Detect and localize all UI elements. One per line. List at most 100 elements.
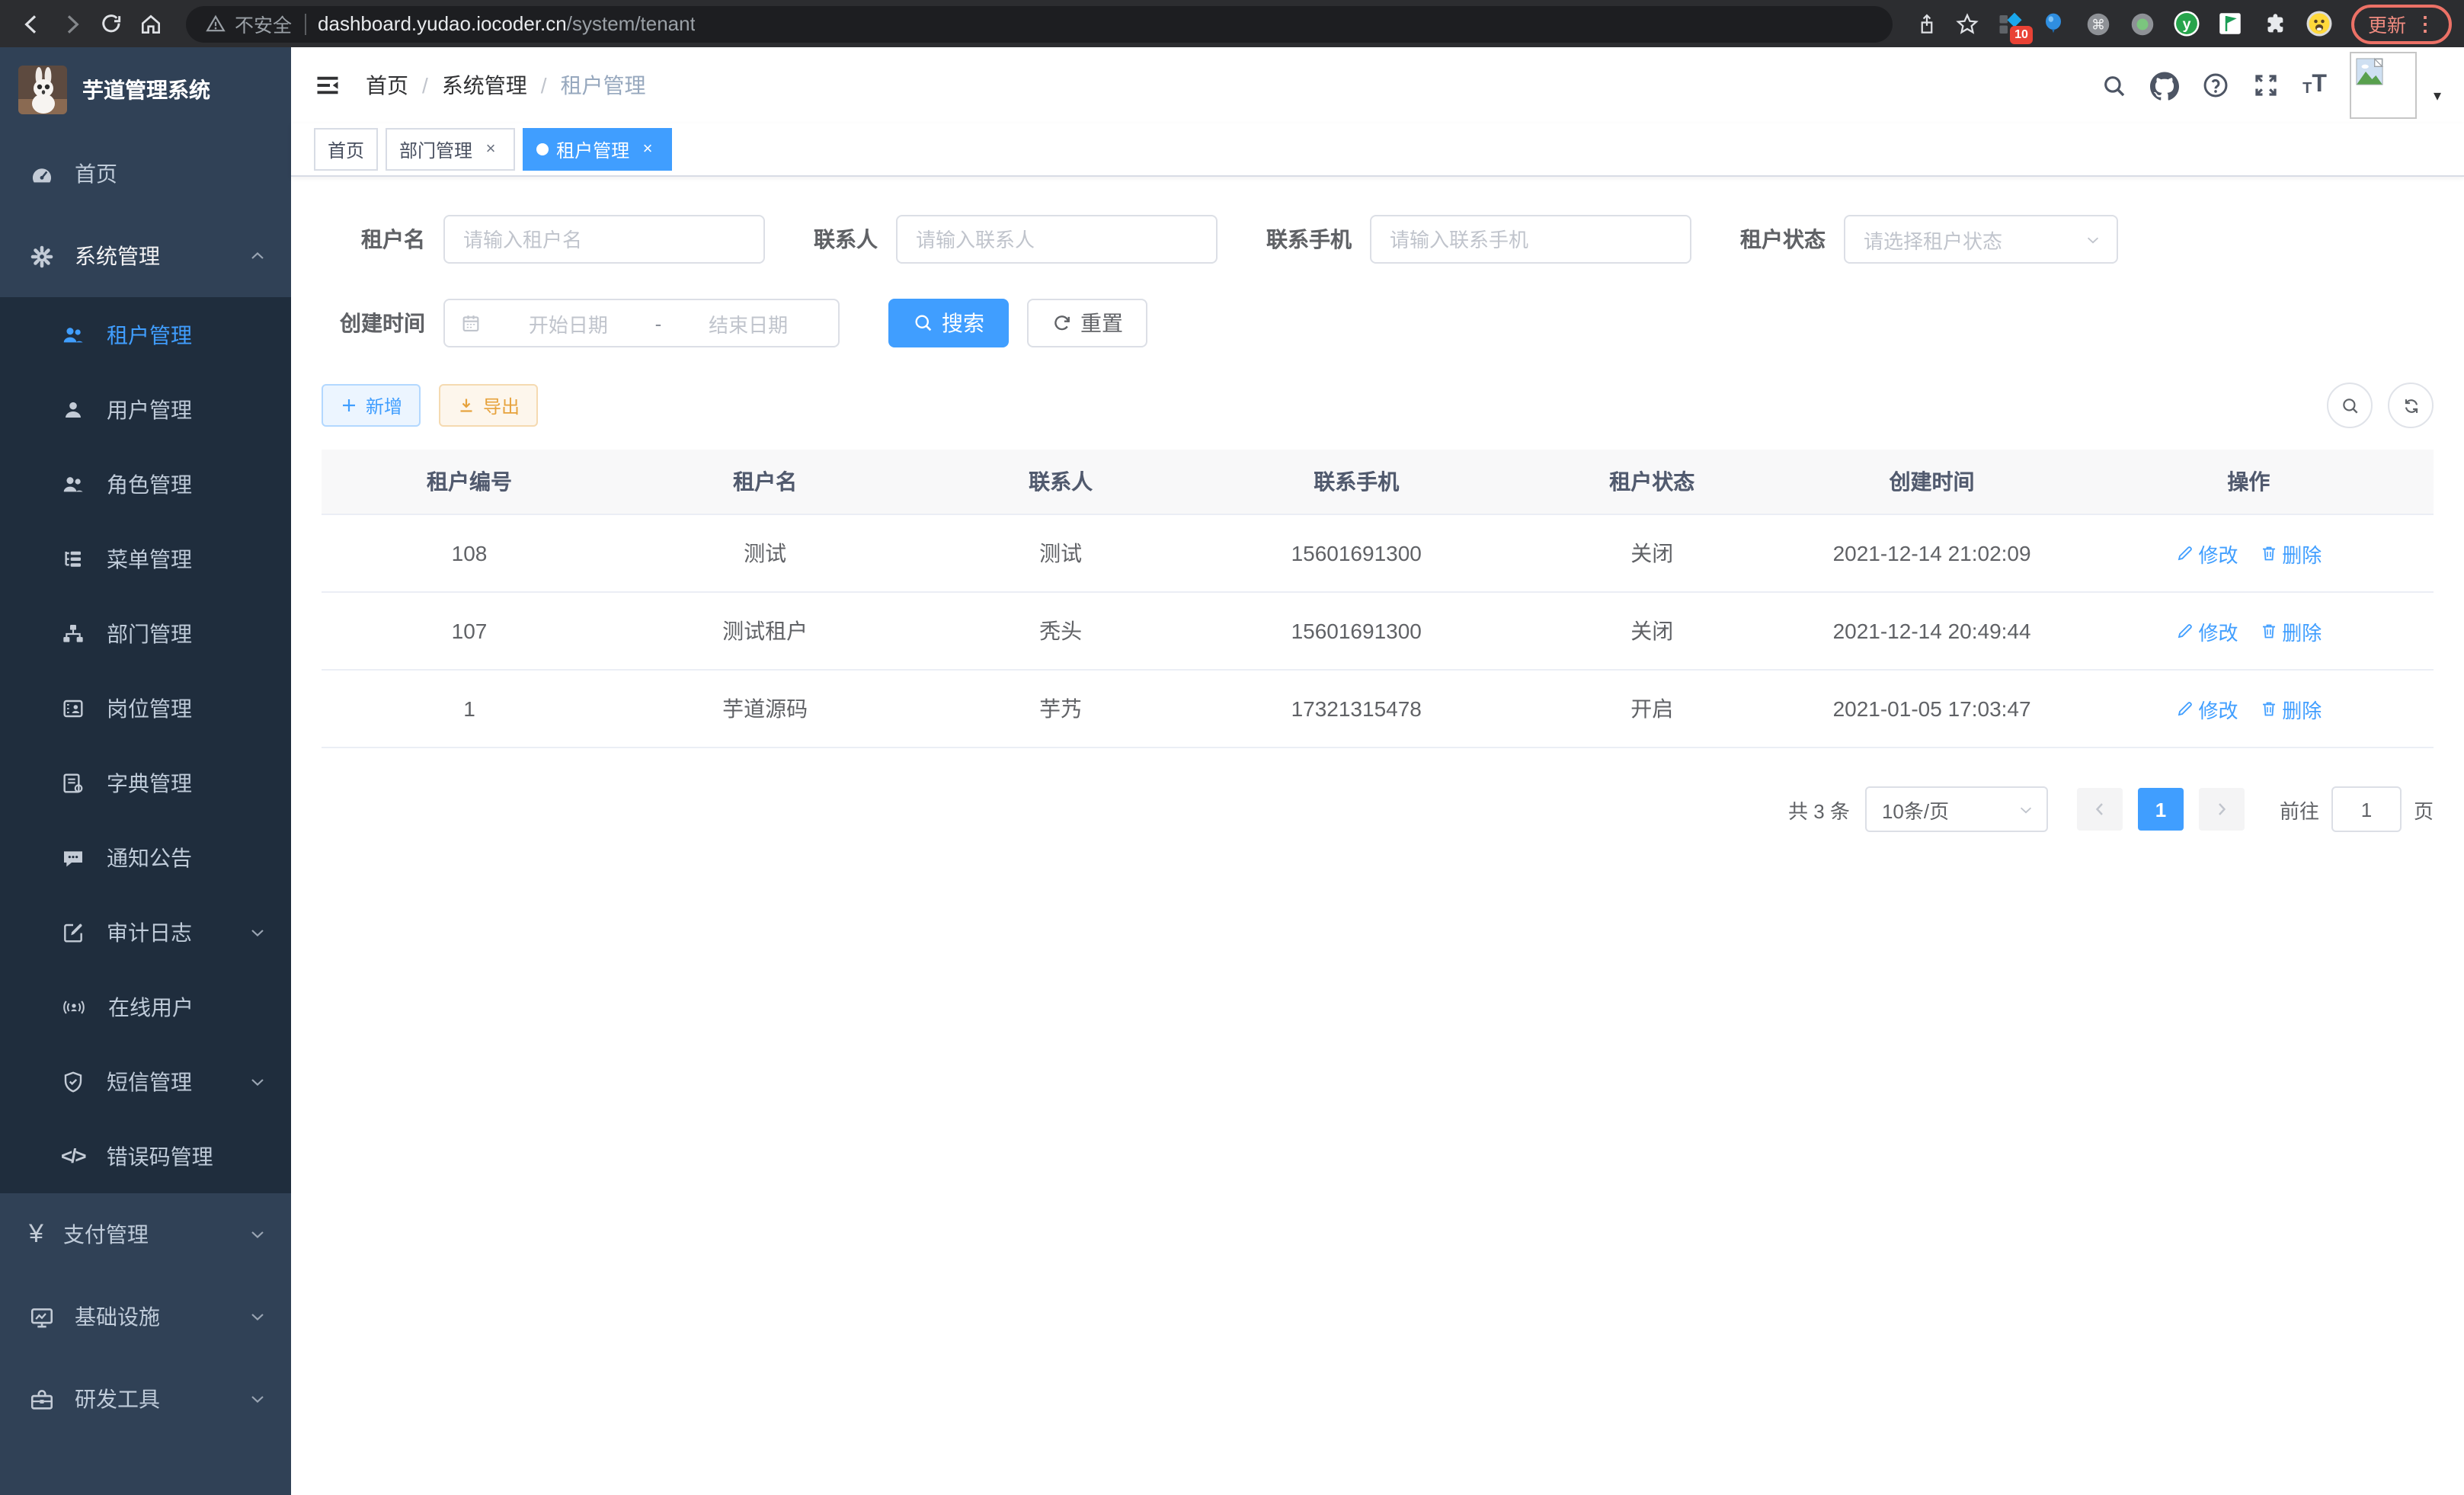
arrow-right-icon	[59, 11, 84, 36]
tab-dept[interactable]: 部门管理 ×	[386, 128, 515, 171]
breadcrumb-parent[interactable]: 系统管理	[442, 70, 527, 101]
cell-contact: 秃头	[913, 592, 1208, 670]
sidebar-item-menu[interactable]: 菜单管理	[0, 521, 291, 596]
bookmark-button[interactable]	[1947, 4, 1987, 43]
kebab-menu-icon[interactable]: ⋮	[2415, 11, 2435, 36]
share-button[interactable]	[1908, 4, 1947, 43]
browser-back-button[interactable]	[12, 4, 52, 43]
tenant-table: 租户编号 租户名 联系人 联系手机 租户状态 创建时间 操作 108 测试	[322, 450, 2434, 748]
export-button[interactable]: 导出	[439, 384, 538, 427]
chevron-down-icon	[248, 1390, 267, 1408]
column-header: 租户编号	[322, 450, 617, 514]
sidebar-item-error-code[interactable]: </> 错误码管理	[0, 1119, 291, 1193]
sidebar-item-audit-log[interactable]: 审计日志	[0, 895, 291, 969]
browser-forward-button[interactable]	[52, 4, 91, 43]
sidebar-item-tenant[interactable]: 租户管理	[0, 297, 291, 372]
cell-tenant-name: 测试租户	[617, 592, 913, 670]
id-badge-icon	[61, 696, 85, 720]
sidebar-item-dept[interactable]: 部门管理	[0, 596, 291, 671]
extensions-puzzle-icon[interactable]	[2261, 10, 2289, 37]
sidebar-item-role[interactable]: 角色管理	[0, 447, 291, 521]
extension-balloon-icon[interactable]	[2040, 10, 2068, 37]
extension-y-icon[interactable]: y	[2173, 10, 2200, 37]
tab-home[interactable]: 首页	[314, 128, 378, 171]
cell-created: 2021-12-14 20:49:44	[1800, 592, 2064, 670]
extension-flag-icon[interactable]	[2217, 10, 2245, 37]
fullscreen-button[interactable]	[2252, 72, 2280, 99]
chevron-down-icon	[248, 1072, 267, 1090]
filter-row-1: 租户名 联系人 联系手机 租户状态 请选择租户状态	[322, 215, 2434, 264]
sidebar-logo[interactable]: 芋道管理系统	[0, 47, 291, 133]
font-size-button[interactable]: TT	[2302, 73, 2327, 98]
shield-check-icon	[61, 1069, 85, 1093]
tags-view-bar: 首页 部门管理 × 租户管理 ×	[291, 123, 2464, 177]
header-search-button[interactable]	[2101, 72, 2127, 98]
help-button[interactable]	[2202, 72, 2229, 99]
extension-tabs-icon[interactable]: 10	[1996, 10, 2024, 37]
user-avatar[interactable]	[2350, 52, 2417, 119]
prev-page-button[interactable]	[2077, 788, 2123, 831]
tab-tenant[interactable]: 租户管理 ×	[523, 128, 672, 171]
extension-recorder-icon[interactable]	[2129, 10, 2156, 37]
browser-reload-button[interactable]	[91, 4, 131, 43]
github-button[interactable]	[2150, 71, 2179, 100]
edit-link[interactable]: 修改	[2175, 694, 2238, 723]
edit-link[interactable]: 修改	[2175, 616, 2238, 645]
refresh-table-button[interactable]	[2388, 383, 2434, 428]
browser-update-button[interactable]: 更新 ⋮	[2351, 4, 2452, 43]
security-indicator[interactable]: 不安全	[206, 9, 292, 38]
sidebar-item-dict[interactable]: 字典管理	[0, 745, 291, 820]
contact-input[interactable]	[896, 215, 1218, 264]
edit-link[interactable]: 修改	[2175, 539, 2238, 568]
date-range-picker[interactable]: 开始日期 - 结束日期	[443, 299, 840, 347]
export-button-label: 导出	[483, 392, 520, 418]
sidebar-item-payment[interactable]: ¥ 支付管理	[0, 1193, 291, 1276]
sidebar-item-label: 字典管理	[107, 767, 192, 798]
sidebar-item-dev-tools[interactable]: 研发工具	[0, 1358, 291, 1440]
tenant-name-input[interactable]	[443, 215, 765, 264]
sidebar-item-label: 岗位管理	[107, 693, 192, 723]
close-icon[interactable]: ×	[480, 140, 501, 158]
sidebar-item-user[interactable]: 用户管理	[0, 372, 291, 447]
sidebar-item-home[interactable]: 首页	[0, 133, 291, 215]
show-search-toggle-button[interactable]	[2327, 383, 2373, 428]
arrow-left-icon	[20, 11, 44, 36]
flag-icon	[2219, 11, 2242, 37]
column-header: 租户名	[617, 450, 913, 514]
sidebar-item-online-users[interactable]: 在线用户	[0, 969, 291, 1044]
breadcrumb-home[interactable]: 首页	[366, 70, 408, 101]
delete-link[interactable]: 删除	[2259, 539, 2322, 568]
sidebar-item-notice[interactable]: 通知公告	[0, 820, 291, 895]
trash-icon	[2259, 699, 2277, 718]
delete-link[interactable]: 删除	[2259, 616, 2322, 645]
profile-avatar-icon[interactable]	[2306, 10, 2333, 37]
browser-home-button[interactable]	[131, 4, 171, 43]
cell-mobile: 15601691300	[1208, 592, 1504, 670]
address-bar[interactable]: 不安全 dashboard.yudao.iocoder.cn/system/te…	[186, 5, 1893, 42]
mobile-input[interactable]	[1370, 215, 1691, 264]
fullscreen-icon	[2252, 72, 2280, 99]
refresh-icon	[1051, 312, 1073, 334]
goto-page-input[interactable]	[2331, 786, 2402, 832]
sidebar-item-system[interactable]: 系统管理	[0, 215, 291, 297]
close-icon[interactable]: ×	[637, 140, 658, 158]
mobile-label: 联系手机	[1266, 224, 1352, 255]
sidebar-submenu-system: 租户管理 用户管理 角色管理 菜单管理 部门管理	[0, 297, 291, 1193]
add-button[interactable]: 新增	[322, 384, 421, 427]
page-number-button[interactable]: 1	[2138, 788, 2184, 831]
sidebar-item-label: 通知公告	[107, 842, 192, 872]
search-button[interactable]: 搜索	[888, 299, 1009, 347]
search-icon	[2101, 72, 2127, 98]
page-size-select[interactable]: 10条/页	[1865, 786, 2048, 832]
sidebar-item-sms[interactable]: 短信管理	[0, 1044, 291, 1119]
sidebar-item-post[interactable]: 岗位管理	[0, 671, 291, 745]
delete-link[interactable]: 删除	[2259, 694, 2322, 723]
sidebar-item-infra[interactable]: 基础设施	[0, 1276, 291, 1358]
reset-button[interactable]: 重置	[1027, 299, 1147, 347]
sidebar-collapse-button[interactable]	[314, 72, 341, 99]
extension-command-icon[interactable]: ⌘	[2085, 10, 2112, 37]
status-select[interactable]: 请选择租户状态	[1844, 215, 2118, 264]
avatar-dropdown-caret[interactable]: ▾	[2434, 88, 2441, 104]
next-page-button[interactable]	[2199, 788, 2245, 831]
chevron-down-icon	[2018, 801, 2034, 818]
